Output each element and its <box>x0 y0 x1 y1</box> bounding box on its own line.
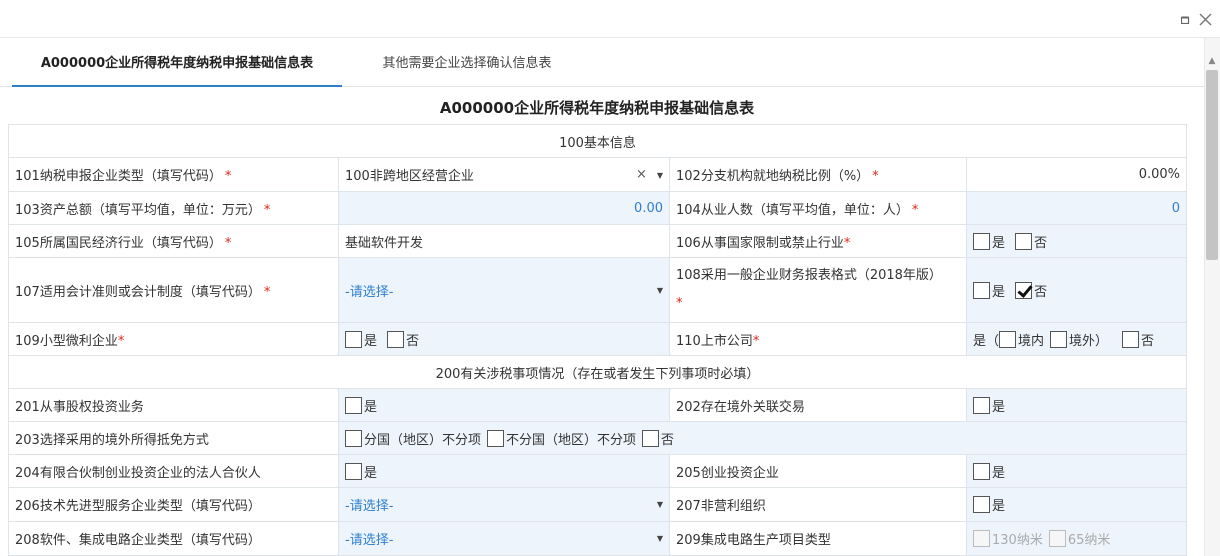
label-207: 207非营利组织 <box>669 487 967 522</box>
checkbox-209-65nm[interactable] <box>1048 530 1066 547</box>
chevron-down-icon[interactable]: ▼ <box>657 171 663 180</box>
window-titlebar <box>0 0 1220 38</box>
label-202: 202存在境外关联交易 <box>669 388 967 422</box>
tab-bar: A000000企业所得税年度纳税申报基础信息表 其他需要企业选择确认信息表 <box>0 38 1204 87</box>
row-101-102: 101纳税申报企业类型（填写代码） * 100非跨地区经营企业 × ▼ 102分支机构… <box>8 157 1188 192</box>
label-106: 106从事国家限制或禁止行业* <box>669 224 967 258</box>
section-header-100: 100基本信息 <box>7 124 1188 158</box>
checkbox-110-no[interactable] <box>1122 330 1140 348</box>
form-title: A000000企业所得税年度纳税申报基础信息表 <box>439 99 755 117</box>
checkbox-109-yes[interactable] <box>345 330 362 348</box>
select-208[interactable]: -请选择- ▼ <box>338 521 670 556</box>
options-209: 130纳米 65纳米 <box>965 521 1188 556</box>
input-104[interactable]: 0 <box>965 191 1188 225</box>
row-204-205: 204有限合伙制创业投资企业的法人合伙人 是 205创业投资企业 是 <box>8 454 1188 488</box>
options-109: 是 否 <box>338 322 670 356</box>
options-106: 是 否 <box>965 224 1188 258</box>
select-101[interactable]: 100非跨地区经营企业 × ▼ <box>338 157 670 192</box>
checkbox-203-a[interactable] <box>345 429 362 447</box>
select-208-value: -请选择- <box>345 533 394 548</box>
checkbox-203-no[interactable] <box>642 429 660 447</box>
label-201: 201从事股权投资业务 <box>8 388 339 422</box>
label-208: 208软件、集成电路企业类型（填写代码） <box>8 521 339 556</box>
input-102[interactable]: 0.00% <box>965 157 1188 192</box>
checkbox-202-yes[interactable] <box>973 396 990 414</box>
select-206-value: -请选择- <box>345 499 394 514</box>
select-107-value: -请选择- <box>345 284 394 300</box>
checkbox-110-domestic[interactable] <box>999 330 1017 348</box>
options-201: 是 <box>338 388 670 422</box>
row-103-104: 103资产总额（填写平均值，单位：万元） * 0.00 104从业人数（填写平均值… <box>8 191 1188 225</box>
label-206: 206技术先进型服务企业类型（填写代码） <box>8 487 339 522</box>
label-209: 209集成电路生产项目类型 <box>669 521 967 556</box>
label-204: 204有限合伙制创业投资企业的法人合伙人 <box>8 454 339 488</box>
section-header-200: 200有关涉税事项情况（存在或者发生下列事项时必填） <box>7 355 1188 389</box>
select-206[interactable]: -请选择- ▼ <box>338 487 670 522</box>
scrollbar-thumb[interactable] <box>1206 70 1218 260</box>
chevron-down-icon[interactable]: ▼ <box>657 286 663 295</box>
checkbox-108-no[interactable] <box>1015 281 1033 299</box>
checkbox-108-yes[interactable] <box>973 281 990 299</box>
label-109: 109小型微利企业* <box>8 322 339 356</box>
checkbox-109-no[interactable] <box>387 330 405 348</box>
row-105-106: 105所属国民经济行业（填写代码） * 基础软件开发 106从事国家限制或禁止行业… <box>8 224 1188 258</box>
row-206-207: 206技术先进型服务企业类型（填写代码） -请选择- ▼ 207非营利组织 是 <box>8 487 1188 522</box>
scroll-up-icon[interactable]: ▲ <box>1206 56 1218 66</box>
label-103: 103资产总额（填写平均值，单位：万元） * <box>8 191 339 225</box>
tab-other-info[interactable]: 其他需要企业选择确认信息表 <box>352 38 582 87</box>
checkbox-209-130nm[interactable] <box>973 530 990 547</box>
clear-icon[interactable]: × <box>636 167 647 182</box>
checkbox-204-yes[interactable] <box>345 462 362 480</box>
select-107[interactable]: -请选择- ▼ <box>338 257 670 323</box>
options-203: 分国（地区）不分项 不分国（地区）不分项否 <box>337 421 1188 455</box>
checkbox-201-yes[interactable] <box>345 396 362 414</box>
checkbox-106-yes[interactable] <box>973 232 990 250</box>
checkbox-205-yes[interactable] <box>973 462 990 480</box>
label-101: 101纳税申报企业类型（填写代码） * <box>8 157 339 192</box>
row-203: 203选择采用的境外所得抵免方式 分国（地区）不分项 不分国（地区）不分项否 <box>8 421 1188 455</box>
tab-basic-info[interactable]: A000000企业所得税年度纳税申报基础信息表 <box>12 38 342 87</box>
row-109-110: 109小型微利企业* 是 否 110上市公司* 是（ 境内 境外）否 <box>8 322 1188 356</box>
value-105[interactable]: 基础软件开发 <box>338 224 670 258</box>
select-101-value: 100非跨地区经营企业 <box>345 169 474 184</box>
row-107-108: 107适用会计准则或会计制度（填写代码） * -请选择- ▼ 108采用一般企业财务… <box>8 257 1188 323</box>
label-107: 107适用会计准则或会计制度（填写代码） * <box>8 257 339 323</box>
label-104: 104从业人数（填写平均值，单位：人） * <box>669 191 967 225</box>
label-108: 108采用一般企业财务报表格式（2018年版） * <box>669 257 967 323</box>
chevron-down-icon[interactable]: ▼ <box>657 534 663 543</box>
options-207: 是 <box>965 487 1188 522</box>
options-108: 是 否 <box>965 257 1188 323</box>
checkbox-203-b[interactable] <box>487 429 505 447</box>
label-203: 203选择采用的境外所得抵免方式 <box>8 421 339 455</box>
checkbox-110-foreign[interactable] <box>1050 330 1068 348</box>
options-205: 是 <box>965 454 1188 488</box>
options-202: 是 <box>965 388 1188 422</box>
close-icon[interactable] <box>1196 10 1214 28</box>
basic-info-table: 100基本信息 101纳税申报企业类型（填写代码） * 100非跨地区经营企业 × ▼… <box>7 124 1188 556</box>
options-110: 是（ 境内 境外）否 <box>965 322 1188 356</box>
checkbox-207-yes[interactable] <box>973 496 990 513</box>
checkbox-106-no[interactable] <box>1015 232 1033 250</box>
row-201-202: 201从事股权投资业务 是 202存在境外关联交易 是 <box>8 388 1188 422</box>
restore-icon[interactable] <box>1176 10 1194 28</box>
chevron-down-icon[interactable]: ▼ <box>657 500 663 509</box>
label-105: 105所属国民经济行业（填写代码） * <box>8 224 339 258</box>
row-208-209: 208软件、集成电路企业类型（填写代码） -请选择- ▼ 209集成电路生产项目类… <box>8 521 1188 556</box>
label-205: 205创业投资企业 <box>669 454 967 488</box>
label-110: 110上市公司* <box>669 322 967 356</box>
input-103[interactable]: 0.00 <box>338 191 670 225</box>
options-204: 是 <box>338 454 670 488</box>
label-102: 102分支机构就地纳税比例（%） * <box>669 157 967 192</box>
section-row-200: 200有关涉税事项情况（存在或者发生下列事项时必填） <box>7 355 1188 389</box>
section-row-100: 100基本信息 <box>7 124 1188 158</box>
